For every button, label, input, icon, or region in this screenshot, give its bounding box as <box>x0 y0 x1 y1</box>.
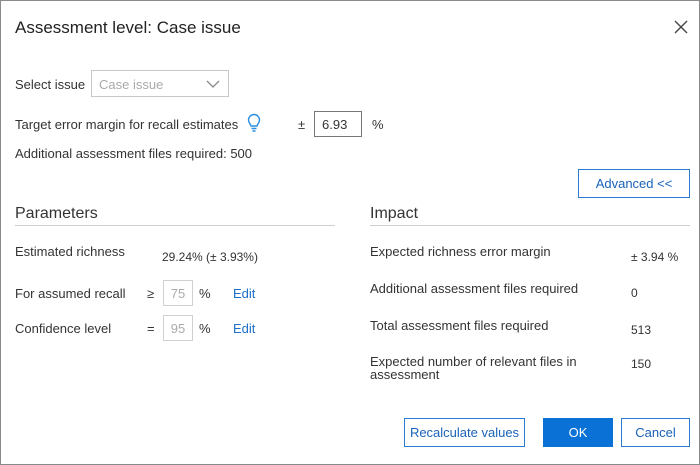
confidence-unit: % <box>199 321 211 336</box>
impact-row-label: Additional assessment files required <box>370 281 579 296</box>
recalculate-button[interactable]: Recalculate values <box>404 418 525 447</box>
recall-edit-link[interactable]: Edit <box>233 286 255 301</box>
confidence-operator: = <box>147 321 155 336</box>
dialog-title: Assessment level: Case issue <box>15 18 241 37</box>
impact-row-label: Total assessment files required <box>370 318 549 333</box>
close-icon[interactable] <box>673 19 689 35</box>
lightbulb-icon[interactable] <box>247 113 261 133</box>
parameters-heading: Parameters <box>15 205 98 222</box>
issue-select[interactable]: Case issue <box>91 70 229 97</box>
ok-button[interactable]: OK <box>543 418 613 447</box>
plus-minus-sign: ± <box>298 117 306 132</box>
estimated-richness-value: 29.24% (± 3.93%) <box>162 250 258 264</box>
target-margin-input[interactable] <box>314 111 362 137</box>
select-issue-label: Select issue <box>15 77 86 92</box>
impact-heading: Impact <box>370 205 419 222</box>
confidence-input[interactable] <box>163 315 193 341</box>
recall-input[interactable] <box>163 280 193 306</box>
cancel-button[interactable]: Cancel <box>621 418 690 447</box>
recall-unit: % <box>199 286 211 301</box>
confidence-level-label: Confidence level <box>15 321 112 336</box>
impact-row-value: ± 3.94 % <box>631 250 679 264</box>
additional-files-text: Additional assessment files required: 50… <box>15 146 253 161</box>
target-margin-unit: % <box>372 117 384 132</box>
advanced-button[interactable]: Advanced << <box>578 169 690 198</box>
estimated-richness-label: Estimated richness <box>15 244 125 259</box>
impact-divider <box>370 225 690 226</box>
recall-operator: ≥ <box>147 286 155 301</box>
impact-row-value: 513 <box>631 323 652 337</box>
issue-select-value: Case issue <box>99 77 164 92</box>
impact-row-value: 150 <box>631 357 652 371</box>
assumed-recall-label: For assumed recall <box>15 286 126 301</box>
confidence-edit-link[interactable]: Edit <box>233 321 255 336</box>
assessment-dialog: Assessment level: Case issue Select issu… <box>0 0 700 465</box>
impact-row-value: 0 <box>631 286 638 300</box>
parameters-divider <box>15 225 335 226</box>
impact-row-label: Expected number of relevant files in ass… <box>370 354 577 382</box>
impact-row-label: Expected richness error margin <box>370 244 551 259</box>
chevron-down-icon <box>206 77 220 91</box>
target-margin-label: Target error margin for recall estimates <box>15 117 239 132</box>
